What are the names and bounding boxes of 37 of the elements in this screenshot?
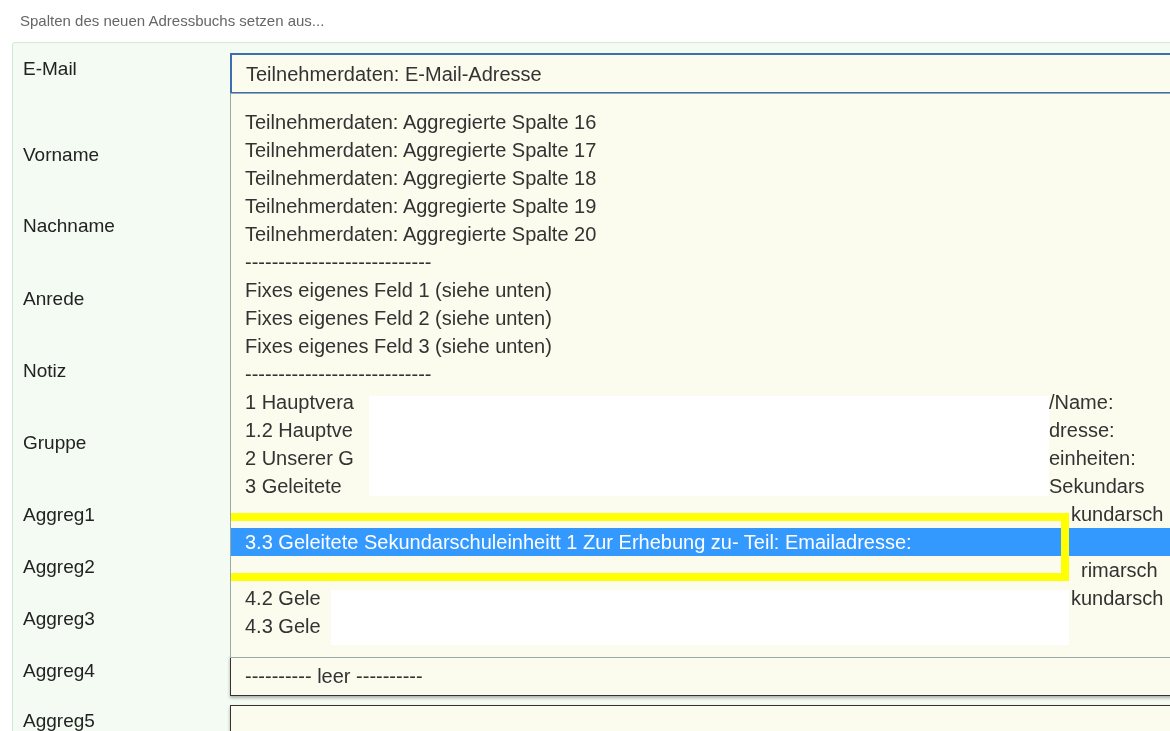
select-field[interactable]: ---------- leer ---------- xyxy=(230,655,1170,696)
dropdown-option[interactable]: 2 Unserer G xyxy=(245,444,354,472)
section-heading: Spalten des neuen Adressbuchs setzen aus... xyxy=(20,11,325,31)
dropdown-option[interactable]: 4.2 Gele xyxy=(245,584,321,612)
dropdown-option[interactable]: kundarsch xyxy=(1071,500,1164,528)
dropdown-option[interactable]: ---------------------------- xyxy=(245,360,432,388)
dropdown-option[interactable]: Teilnehmerdaten: Aggregierte Spalte 19 xyxy=(245,192,597,220)
field-label: Aggreg3 xyxy=(22,607,96,631)
dropdown-option[interactable]: /Name: xyxy=(1049,388,1114,416)
field-label: Aggreg1 xyxy=(22,503,96,527)
field-label: Gruppe xyxy=(22,431,88,455)
dropdown-option[interactable]: 3 Geleitete xyxy=(245,472,342,500)
dropdown-option[interactable]: dresse: xyxy=(1049,416,1115,444)
dropdown-option[interactable]: Fixes eigenes Feld 1 (siehe unten) xyxy=(245,276,552,304)
dropdown-option[interactable]: Sekundars xyxy=(1049,472,1145,500)
dropdown-option[interactable]: ---------------------------- xyxy=(245,248,432,276)
dropdown-option[interactable]: 1 Hauptvera xyxy=(245,388,354,416)
field-label: Nachname xyxy=(22,214,116,238)
field-label: E-Mail xyxy=(22,57,78,81)
field-label: Aggreg4 xyxy=(22,659,96,683)
dropdown-option[interactable]: 1.2 Hauptve xyxy=(245,416,353,444)
dropdown-option[interactable]: Teilnehmerdaten: Aggregierte Spalte 17 xyxy=(245,136,597,164)
dropdown-option[interactable]: Teilnehmerdaten: Aggregierte Spalte 18 xyxy=(245,164,597,192)
dropdown-option[interactable]: Fixes eigenes Feld 3 (siehe unten) xyxy=(245,332,552,360)
field-label: Anrede xyxy=(22,287,86,311)
field-label: Notiz xyxy=(22,359,68,383)
dropdown-option[interactable]: 4.3 Gele xyxy=(245,612,321,640)
dropdown-option[interactable]: Teilnehmerdaten: Aggregierte Spalte 20 xyxy=(245,220,597,248)
dropdown-option[interactable]: rimarsch xyxy=(1081,556,1158,584)
dropdown-option[interactable]: Fixes eigenes Feld 2 (siehe unten) xyxy=(245,304,552,332)
dropdown-option[interactable]: kundarsch xyxy=(1071,584,1164,612)
field-label: Aggreg5 xyxy=(22,709,96,731)
field-label: Aggreg2 xyxy=(22,555,96,579)
dropdown-option[interactable]: einheiten: xyxy=(1049,444,1136,472)
field-label: Vorname xyxy=(22,143,101,167)
dropdown-option[interactable]: Teilnehmerdaten: Aggregierte Spalte 16 xyxy=(245,108,597,136)
select-field[interactable]: Teilnehmerdaten: E-Mail-Adresse xyxy=(230,53,1170,94)
